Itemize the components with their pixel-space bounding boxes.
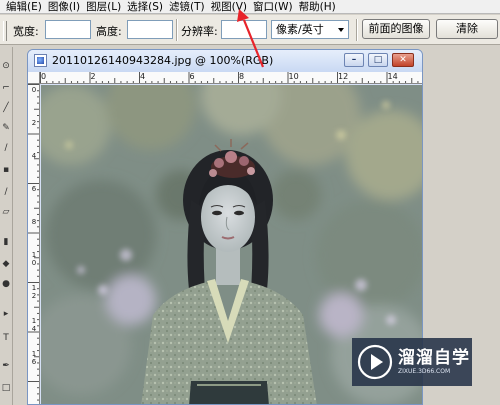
ruler-label: 0 — [41, 72, 47, 81]
ruler-label: 1 0 — [31, 251, 37, 267]
width-field[interactable] — [45, 20, 91, 39]
lasso-tool-icon[interactable]: ⊙ — [1, 61, 11, 71]
maximize-icon[interactable]: □ — [368, 53, 388, 67]
ruler-label: 1 2 — [31, 284, 37, 300]
clear-button[interactable]: 清除 — [436, 19, 498, 39]
ruler-label: 10 — [288, 72, 299, 81]
pen-tool-icon[interactable]: ✒ — [1, 361, 11, 371]
tool-options-bar: 宽度: 高度: 分辨率: 像素/英寸 前面的图像 清除 — [0, 15, 500, 45]
toolbar-separator — [176, 19, 178, 41]
menu-view[interactable]: 视图(V) — [208, 0, 250, 14]
document-titlebar[interactable]: 20110126140943284.jpg @ 100%(RGB) – □ ✕ — [28, 50, 422, 72]
chevron-down-icon — [338, 28, 344, 32]
ruler-label: 0 — [31, 86, 37, 94]
crop-tool-icon[interactable]: ⌐ — [1, 83, 11, 93]
ruler-label: 8 — [239, 72, 245, 81]
ruler-label: 2 — [31, 119, 37, 127]
watermark-subtitle: ZIXUE.3D66.COM — [398, 368, 451, 375]
ruler-label: 8 — [31, 218, 37, 226]
path-select-icon[interactable]: ▸ — [1, 309, 11, 319]
ruler-label: 4 — [31, 152, 37, 160]
ruler-label: 12 — [338, 72, 349, 81]
stamp-tool-icon[interactable]: ▪ — [1, 165, 11, 175]
menu-image[interactable]: 图像(I) — [45, 0, 83, 14]
resolution-unit-value: 像素/英寸 — [276, 23, 324, 36]
dodge-tool-icon[interactable]: ● — [1, 279, 11, 289]
brush-tool-icon[interactable]: ∕ — [1, 143, 11, 153]
blur-tool-icon[interactable]: ◆ — [1, 259, 11, 269]
ruler-label: 1 4 — [31, 317, 37, 333]
ruler-label: 14 — [387, 72, 398, 81]
text-tool-icon[interactable]: T — [1, 333, 11, 343]
menu-window[interactable]: 窗口(W) — [250, 0, 296, 14]
vertical-ruler[interactable]: 0 2 4 6 8 1 0 1 2 1 4 1 6 — [28, 84, 40, 404]
photoshop-document-icon — [34, 54, 47, 67]
resolution-unit-select[interactable]: 像素/英寸 — [271, 20, 349, 39]
ruler-label: 2 — [90, 72, 96, 81]
slice-tool-icon[interactable]: ╱ — [1, 103, 11, 113]
watermark-badge: 溜溜自学 ZIXUE.3D66.COM — [352, 338, 472, 386]
toolbar-grip[interactable] — [3, 21, 7, 41]
gradient-tool-icon[interactable]: ▮ — [1, 237, 11, 247]
height-field[interactable] — [127, 20, 173, 39]
watermark-title: 溜溜自学 — [398, 348, 470, 368]
minimize-icon[interactable]: – — [344, 53, 364, 67]
history-brush-icon[interactable]: ∕ — [1, 187, 11, 197]
eraser-tool-icon[interactable]: ▱ — [1, 207, 11, 217]
tool-palette: ⊙ ⌐ ╱ ✎ ∕ ▪ ∕ ▱ ▮ ◆ ● ▸ T ✒ □ — [0, 47, 13, 405]
shape-tool-icon[interactable]: □ — [1, 383, 11, 393]
horizontal-ruler[interactable]: 024681012141618 — [40, 72, 422, 84]
menu-select[interactable]: 选择(S) — [124, 0, 166, 14]
resolution-field[interactable] — [221, 20, 267, 39]
front-image-button[interactable]: 前面的图像 — [362, 19, 430, 39]
width-label: 宽度: — [13, 25, 39, 38]
ruler-label: 1 6 — [31, 350, 37, 366]
menu-help[interactable]: 帮助(H) — [296, 0, 339, 14]
document-title: 20110126140943284.jpg @ 100%(RGB) — [52, 54, 274, 67]
healing-tool-icon[interactable]: ✎ — [1, 123, 11, 133]
play-logo-icon — [357, 344, 393, 380]
ruler-label: 6 — [189, 72, 195, 81]
menu-bar: 编辑(E) 图像(I) 图层(L) 选择(S) 滤镜(T) 视图(V) 窗口(W… — [0, 0, 500, 14]
close-icon[interactable]: ✕ — [392, 53, 414, 67]
watermark-text: 溜溜自学 ZIXUE.3D66.COM — [398, 348, 470, 376]
ruler-label: 6 — [31, 185, 37, 193]
menu-filter[interactable]: 滤镜(T) — [166, 0, 208, 14]
menu-layer[interactable]: 图层(L) — [83, 0, 124, 14]
ruler-origin[interactable] — [28, 72, 40, 84]
resolution-label: 分辨率: — [181, 25, 218, 38]
ruler-label: 4 — [140, 72, 146, 81]
menu-edit[interactable]: 编辑(E) — [0, 0, 45, 14]
height-label: 高度: — [96, 25, 122, 38]
toolbar-separator — [356, 19, 358, 41]
